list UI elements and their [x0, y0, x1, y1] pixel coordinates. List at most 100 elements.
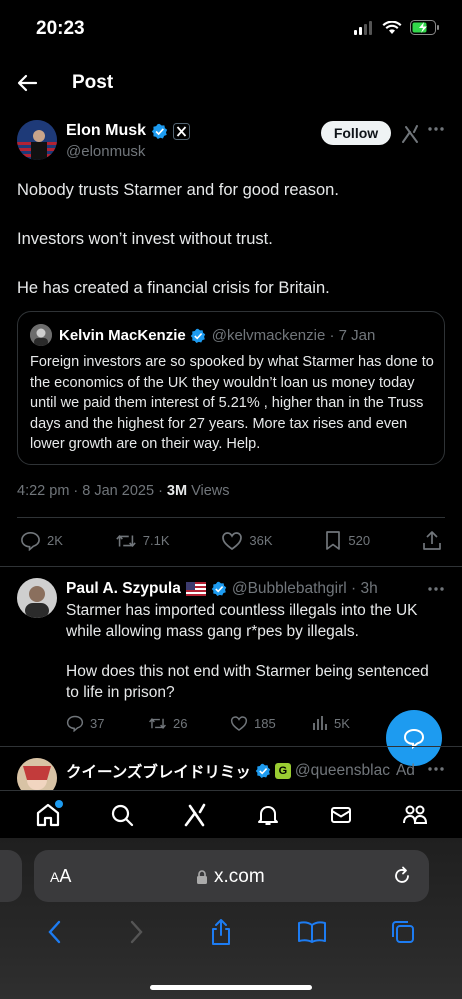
reload-icon [395, 866, 409, 883]
arrow-left-icon [17, 74, 38, 92]
views-count: 3M [166, 483, 188, 499]
ad-author-handle[interactable]: @queensblac [295, 762, 390, 780]
verified-badge-icon [211, 581, 227, 597]
wifi-icon [382, 20, 402, 34]
reply-author-row[interactable]: Paul A. Szypula @Bubblebathgirl · 3h [66, 580, 378, 598]
ad-more-options[interactable] [428, 766, 444, 772]
nav-messages[interactable] [329, 803, 353, 827]
reply-views-count: 5K [334, 715, 350, 731]
divider [17, 517, 445, 518]
share-icon [211, 919, 230, 945]
verified-badge-icon [190, 328, 205, 343]
reply-actions: 37 26 185 5K [66, 714, 394, 732]
reply-more-options[interactable] [428, 586, 444, 592]
browser-tabs-button[interactable] [390, 919, 416, 945]
reload-button[interactable] [392, 866, 412, 886]
aa-small: A [50, 869, 60, 885]
ad-author-row[interactable]: クイーンズブレイドリミッ G @queensblac Ad [66, 760, 415, 782]
post-timestamp: 4:22 pm · 8 Jan 2025 · [17, 483, 167, 499]
reply-count: 2K [47, 533, 63, 548]
share-icon [423, 531, 441, 550]
quoted-post-text: Foreign investors are so spooked by what… [30, 354, 434, 452]
home-indicator [150, 985, 312, 990]
quoted-author-name: Kelvin MacKenzie [59, 327, 186, 344]
reply-author-handle[interactable]: @Bubblebathgirl · 3h [232, 580, 378, 598]
like-button[interactable]: 36K [221, 531, 273, 551]
quoted-post[interactable]: Kelvin MacKenzie @kelvmackenzie · 7 Jan … [17, 311, 445, 465]
lock-icon [197, 869, 207, 884]
url-display[interactable]: x.com [196, 866, 265, 888]
bell-icon [257, 805, 278, 825]
grok-icon [184, 803, 205, 826]
post-paragraph: Investors won’t invest without trust. [17, 230, 273, 248]
nav-grok[interactable] [183, 803, 207, 827]
book-icon [297, 921, 326, 943]
reply-paragraph: How does this not end with Starmer being… [66, 663, 429, 701]
reply-reply-count: 37 [90, 715, 105, 731]
ad-author-name[interactable]: クイーンズブレイドリミッ [66, 760, 251, 782]
people-icon [402, 805, 427, 824]
browser-share-button[interactable] [209, 918, 233, 946]
repost-count: 7.1K [142, 533, 170, 548]
compose-reply-button[interactable] [386, 710, 442, 766]
views-label: Views [187, 483, 230, 499]
author-name-row[interactable]: Elon Musk [66, 122, 191, 140]
reply-text: Starmer has imported countless illegals … [66, 601, 444, 723]
nav-notifications[interactable] [256, 803, 280, 827]
heart-icon [222, 531, 243, 550]
status-time: 20:23 [36, 18, 85, 39]
quoted-author-avatar [30, 324, 52, 346]
ellipsis-icon [428, 587, 444, 591]
author-handle[interactable]: @elonmusk [66, 143, 145, 160]
bookmark-button[interactable]: 520 [324, 530, 370, 551]
repost-icon [149, 717, 166, 729]
reply-views-button[interactable]: 5K [312, 714, 394, 732]
reply-button[interactable]: 2K [20, 530, 63, 551]
chevron-left-icon [48, 920, 60, 944]
reply-repost-count: 26 [173, 715, 188, 731]
grok-button[interactable] [400, 124, 420, 144]
browser-bookmarks-button[interactable] [297, 920, 327, 944]
page-title: Post [72, 72, 114, 93]
reply-reply-button[interactable]: 37 [66, 714, 148, 732]
aa-large: A [59, 866, 72, 886]
nav-home[interactable] [35, 799, 63, 828]
bottom-nav [0, 790, 462, 838]
bookmark-icon [326, 531, 341, 550]
bookmark-count: 520 [348, 533, 371, 548]
browser-back-button[interactable] [46, 919, 64, 945]
verified-badge-icon [151, 123, 168, 139]
reply-like-button[interactable]: 185 [230, 714, 312, 732]
reply-repost-button[interactable]: 26 [148, 714, 230, 732]
x-affiliate-icon [173, 122, 191, 140]
previous-tab-peek[interactable] [0, 850, 22, 902]
reply-author-avatar[interactable] [17, 578, 57, 618]
repost-button[interactable]: 7.1K [115, 531, 170, 551]
reply-like-count: 185 [254, 715, 276, 731]
browser-forward-button[interactable] [127, 919, 145, 945]
chevron-right-icon [131, 920, 144, 944]
author-avatar[interactable] [17, 120, 57, 160]
back-button[interactable] [16, 72, 38, 94]
search-icon [111, 804, 133, 826]
reader-settings-button[interactable]: AA [50, 866, 71, 887]
verified-badge-icon [255, 763, 271, 779]
more-options-button[interactable] [428, 126, 444, 132]
author-name[interactable]: Elon Musk [66, 122, 146, 140]
nav-search[interactable] [110, 803, 134, 827]
follow-button[interactable]: Follow [321, 121, 391, 145]
url-text: x.com [214, 866, 265, 887]
nav-communities[interactable] [402, 803, 428, 827]
notification-dot [54, 799, 63, 808]
signal-icon [354, 20, 372, 35]
post-paragraph: Nobody trusts Starmer and for good reaso… [17, 181, 339, 199]
status-icons [354, 20, 440, 35]
battery-charging-icon [410, 20, 439, 35]
share-button[interactable] [422, 530, 442, 551]
comment-icon [66, 715, 84, 732]
reply-author-name[interactable]: Paul A. Szypula [66, 580, 181, 598]
post-actions: 2K 7.1K 36K 520 [20, 530, 442, 551]
divider [0, 566, 462, 567]
ad-label: Ad [395, 762, 415, 779]
quoted-author-handle: @kelvmackenzie · 7 Jan [211, 327, 376, 344]
